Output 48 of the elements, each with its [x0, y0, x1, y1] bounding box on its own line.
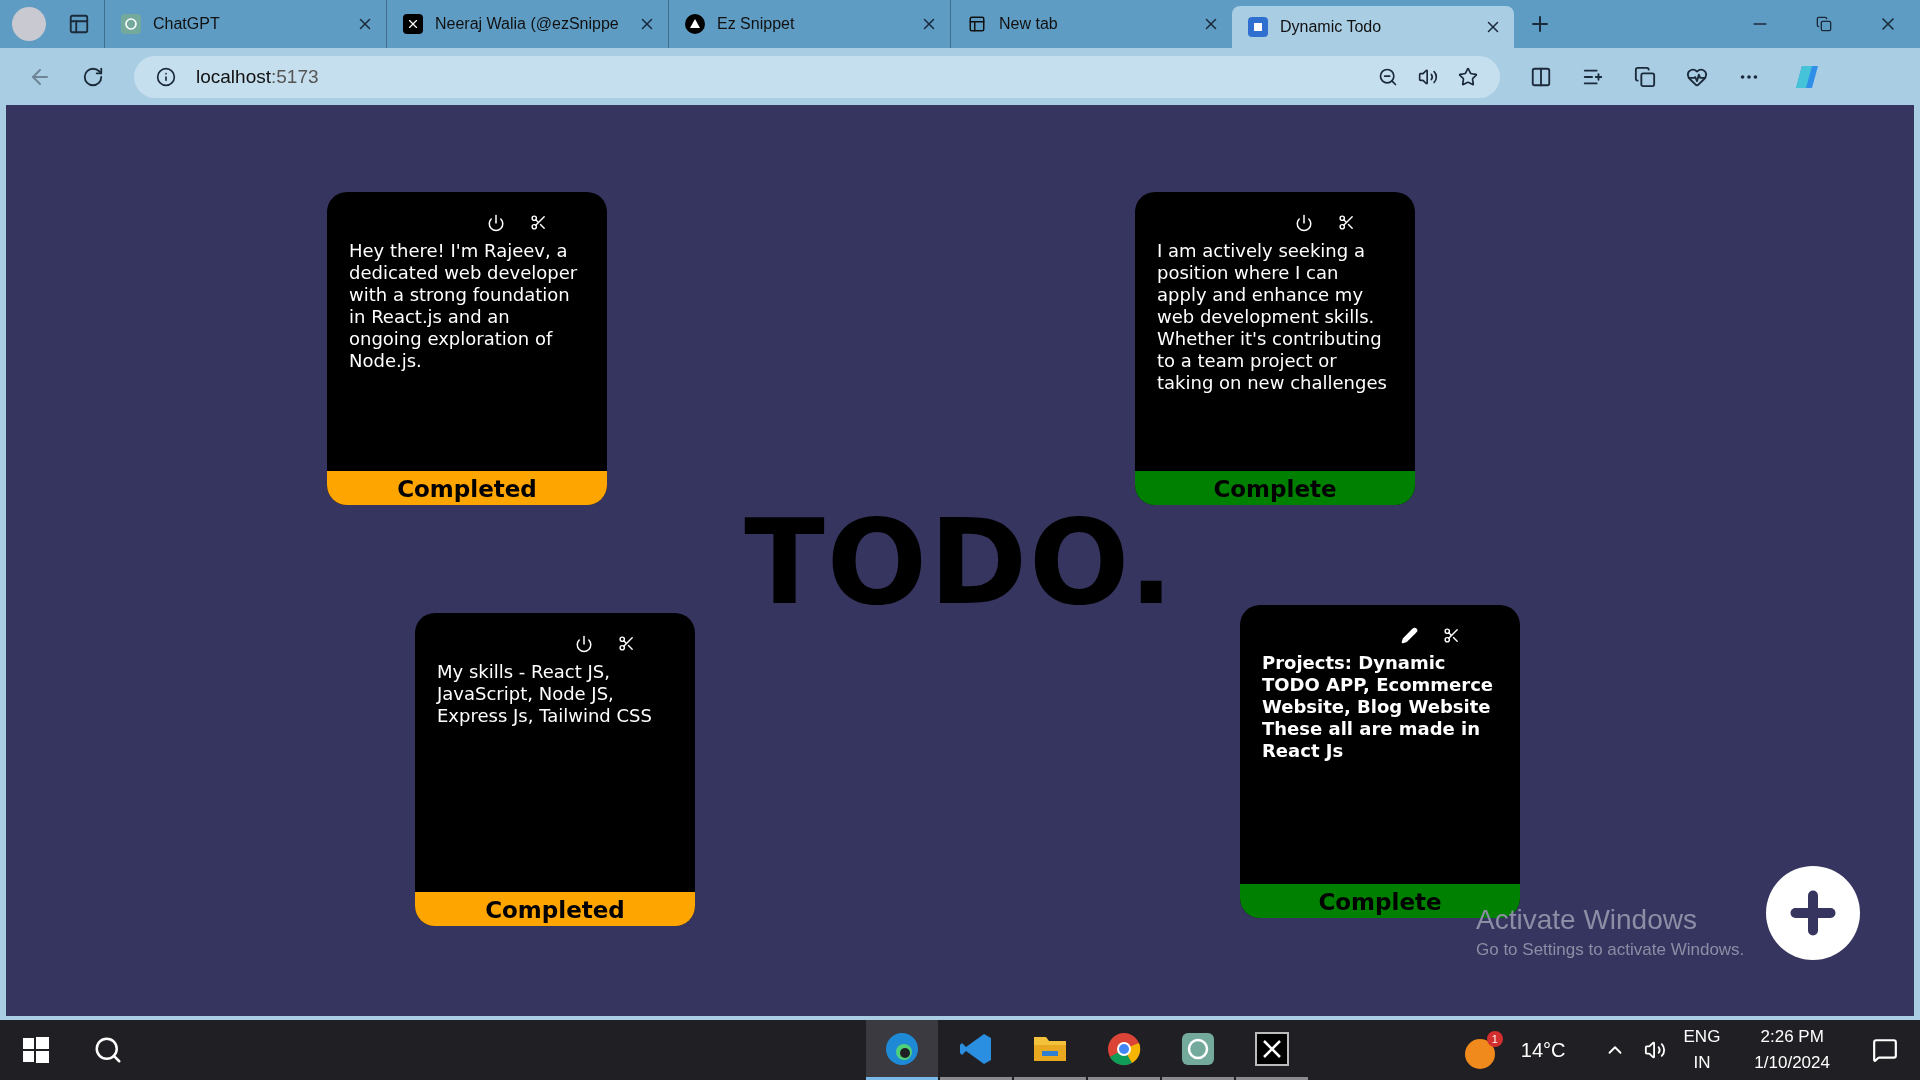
- address-field[interactable]: localhost:5173: [134, 55, 1500, 98]
- status-button[interactable]: Completed: [327, 471, 607, 505]
- status-button[interactable]: Completed: [415, 892, 695, 926]
- notifications-icon[interactable]: [1872, 1037, 1898, 1063]
- read-aloud-icon[interactable]: [1418, 66, 1438, 87]
- volume-icon[interactable]: [1643, 1039, 1666, 1061]
- todo-text: My skills - React JS, JavaScript, Node JS, Express Js, Tailwind CSS: [437, 661, 653, 728]
- chat-favicon-icon: [121, 14, 141, 34]
- temperature: 14°C: [1520, 1038, 1566, 1062]
- info-icon[interactable]: [156, 66, 176, 87]
- todo-text: Hey there! I'm Rajeev, a dedicated web developer with a strong foundation in React.js and an ongoing exploration of Node.js.: [349, 240, 579, 373]
- clock-time: 2:26 PM: [1760, 1026, 1824, 1048]
- todo-card[interactable]: My skills - React JS, JavaScript, Node JS, Express Js, Tailwind CSS Completed: [415, 613, 695, 926]
- zoom-out-icon[interactable]: [1378, 66, 1398, 87]
- notice-subtitle: Go to Settings to activate Windows.: [1476, 940, 1745, 960]
- power-icon[interactable]: [575, 635, 593, 653]
- x-app-icon[interactable]: [1255, 1031, 1289, 1066]
- tab-actions-icon[interactable]: [68, 13, 90, 35]
- browser-tab[interactable]: Dynamic Todo: [1232, 6, 1514, 48]
- star-icon[interactable]: [1458, 66, 1478, 87]
- todo-card[interactable]: Hey there! I'm Rajeev, a dedicated web developer with a strong foundation in React.js and an ongoing exploration of Node.js. Completed: [327, 192, 607, 505]
- clock-date: 1/10/2024: [1754, 1052, 1830, 1074]
- region: IN: [1693, 1052, 1711, 1074]
- power-icon[interactable]: [487, 214, 505, 232]
- scissors-icon[interactable]: [618, 635, 635, 653]
- page-heading: TODO.: [744, 510, 1176, 614]
- todo-card[interactable]: I am actively seeking a position where I can apply and enhance my web development skills. Whether it's contributing to a team project or taking on new challenges Complete: [1135, 192, 1415, 505]
- language: ENG: [1683, 1026, 1721, 1048]
- scissors-icon[interactable]: [1443, 627, 1460, 644]
- restore-icon[interactable]: [1816, 16, 1832, 32]
- pencil-icon[interactable]: [1401, 627, 1418, 644]
- collections-icon[interactable]: [1634, 65, 1656, 88]
- reload-icon[interactable]: [82, 65, 104, 88]
- status-button[interactable]: Complete: [1135, 471, 1415, 505]
- scissors-icon[interactable]: [1338, 214, 1355, 232]
- power-icon[interactable]: [1295, 214, 1313, 232]
- chrome-icon[interactable]: [1106, 1030, 1142, 1067]
- triangle-favicon-icon: [685, 14, 705, 34]
- todo-text: Projects: Dynamic TODO APP, Ecommerce Website, Blog Website These all are made in React Js: [1262, 652, 1494, 763]
- chat-app-icon[interactable]: [1180, 1030, 1216, 1067]
- split-screen-icon[interactable]: [1530, 65, 1552, 88]
- todo-text: I am actively seeking a position where I can apply and enhance my web development skills. Whether it's contributing to a team project or taking on new challenges: [1157, 240, 1388, 395]
- weather-badge: 1: [1486, 1031, 1503, 1047]
- todo-favicon-icon: [1248, 17, 1268, 37]
- x-favicon-icon: [403, 14, 423, 34]
- new-tab-icon: [967, 14, 987, 34]
- windows-logo-icon[interactable]: [23, 1037, 49, 1063]
- scissors-icon[interactable]: [530, 214, 547, 232]
